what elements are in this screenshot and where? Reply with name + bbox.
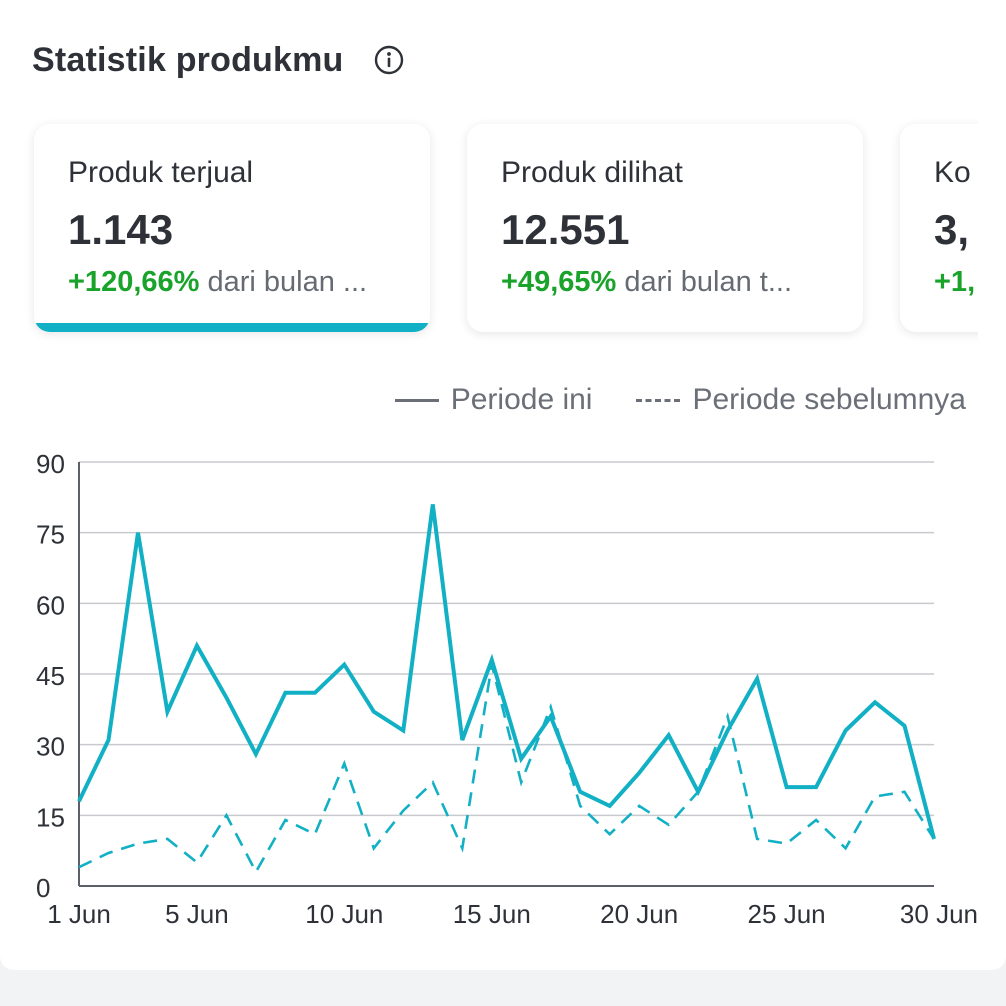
y-tick-label: 75	[36, 520, 65, 550]
series-line-current	[77, 504, 936, 840]
x-tick-label: 5 Jun	[165, 899, 229, 929]
line-chart: 01530456075901 Jun 5 Jun 10 Jun 15 Jun 20 Ju…	[36, 449, 978, 929]
y-tick-label: 15	[36, 802, 65, 832]
statistics-panel: Statistik produkmu Produk terjual 1.143 …	[0, 0, 1006, 970]
x-tick-label: 20 Jun	[600, 899, 678, 929]
chart-series	[77, 504, 936, 875]
x-tick-label: 10 Jun	[305, 899, 383, 929]
x-tick-label: 15 Jun	[453, 899, 531, 929]
x-tick-label: 30 Jun	[900, 899, 978, 929]
y-tick-label: 45	[36, 661, 65, 691]
y-tick-label: 30	[36, 732, 65, 762]
chart-grid	[79, 461, 934, 887]
y-tick-label: 60	[36, 590, 65, 620]
x-tick-label: 1 Jun	[47, 899, 111, 929]
series-line-previous	[78, 664, 936, 875]
y-tick-label: 90	[36, 449, 65, 479]
x-tick-label: 25 Jun	[748, 899, 826, 929]
